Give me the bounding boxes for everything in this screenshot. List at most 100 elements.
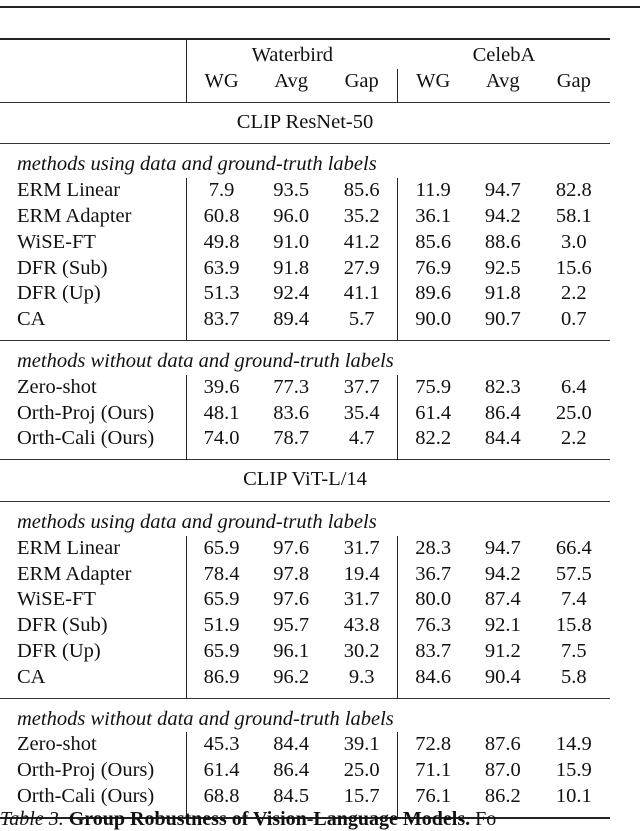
section-label: methods using data and ground-truth labe…	[0, 143, 610, 179]
cell-celeba-wg: 84.6	[397, 664, 468, 699]
method-name: DFR (Up)	[17, 282, 101, 305]
table-row: WiSE-FT 65.9 97.6 31.7 80.0 87.4 7.4	[0, 587, 610, 614]
caption-title: Group Robustness of Vision-Language Mode…	[68, 808, 471, 830]
cell-waterbird-wg: 48.1	[185, 400, 257, 427]
cell-celeba-gap: 0.7	[560, 308, 587, 331]
cell-waterbird-wg: 83.7	[185, 307, 257, 341]
cell-celeba-gap: 10.1	[537, 783, 610, 819]
section-label: methods without data and ground-truth la…	[0, 697, 610, 733]
table-row: DFR (Up) 65.9 96.1 30.2 83.7 91.2 7.5	[0, 638, 610, 665]
method-name: Orth-Proj (Ours)	[17, 401, 155, 424]
table-row: DFR (Sub) 51.9 95.7 43.8 76.3 92.1 15.8	[0, 613, 610, 639]
table-row: WiSE-FT 49.8 91.0 41.2 85.6 88.6 3.0	[0, 229, 610, 256]
cell-waterbird-wg: 61.4	[185, 758, 257, 784]
cell-waterbird-avg: 84.4	[273, 733, 310, 756]
table-row: ERM Adapter 60.8 96.0 35.2 36.1 94.2 58.1	[0, 203, 610, 230]
method-name: DFR (Up)	[17, 639, 101, 662]
cell-celeba-gap: 3.0	[560, 230, 587, 253]
table-row: Orth-Cali (Ours) 74.0 78.7 4.7 82.2 84.4 2.2	[0, 426, 610, 460]
cell-waterbird-avg: 77.3	[273, 375, 310, 398]
cell-waterbird-gap: 5.7	[348, 308, 375, 331]
cell-celeba-avg: 87.0	[484, 759, 521, 782]
table-row: ERM Adapter 78.4 97.8 19.4 36.7 94.2 57.5	[0, 561, 610, 588]
cell-waterbird-avg: 97.6	[273, 536, 310, 559]
cell-waterbird-wg: 45.3	[185, 732, 257, 759]
cell-celeba-wg: 80.0	[397, 587, 468, 614]
cell-waterbird-avg: 83.6	[273, 401, 310, 424]
method-name: ERM Linear	[17, 536, 121, 559]
cell-celeba-wg: 72.8	[397, 732, 468, 759]
cell-waterbird-wg: 60.8	[185, 203, 257, 230]
cell-waterbird-gap: 9.3	[348, 665, 375, 688]
cell-waterbird-gap: 41.1	[343, 282, 380, 305]
cell-celeba-gap: 58.1	[555, 204, 592, 227]
cell-waterbird-wg: 65.9	[185, 587, 257, 614]
section-label: methods using data and ground-truth labe…	[0, 500, 610, 536]
cell-waterbird-avg: 93.5	[273, 179, 310, 202]
cell-celeba-gap: 7.5	[560, 639, 587, 662]
header-method-cell	[0, 38, 187, 69]
method-name: DFR (Sub)	[17, 614, 108, 637]
cell-waterbird-gap: 25.0	[343, 759, 380, 782]
backbone-row: CLIP ViT-L/14	[0, 459, 610, 502]
table-row: DFR (Sub) 63.9 91.8 27.9 76.9 92.5 15.6	[0, 255, 610, 282]
cell-waterbird-avg: 96.2	[273, 665, 310, 688]
header-method-cell	[0, 69, 186, 102]
section-row: methods using data and ground-truth labe…	[0, 143, 610, 179]
cell-celeba-avg: 91.2	[484, 639, 521, 662]
table-row: DFR (Up) 51.3 92.4 41.1 89.6 91.8 2.2	[0, 281, 610, 308]
cell-waterbird-avg: 78.7	[273, 427, 310, 450]
cell-celeba-avg: 87.4	[484, 588, 521, 611]
cell-waterbird-wg: 49.8	[185, 229, 257, 256]
cell-waterbird-wg: 74.0	[185, 426, 257, 460]
cell-celeba-gap: 66.4	[555, 536, 592, 559]
cell-waterbird-gap: 4.7	[348, 427, 375, 450]
page-top-rule	[0, 6, 640, 8]
cell-celeba-wg: 83.7	[397, 638, 468, 665]
method-name: WiSE-FT	[17, 230, 96, 253]
backbone-row: CLIP ResNet-50	[0, 101, 610, 144]
header-group-waterbird: Waterbird	[185, 38, 398, 69]
cell-waterbird-gap: 27.9	[343, 256, 380, 279]
cell-celeba-gap: 15.9	[555, 759, 592, 782]
method-name: Orth-Cali (Ours)	[17, 427, 155, 450]
header-col-gap: Gap	[344, 69, 379, 92]
cell-celeba-gap: 2.2	[560, 427, 587, 450]
header-col-wg: WG	[397, 68, 468, 103]
method-name: CA	[17, 308, 46, 331]
cell-celeba-avg: 94.7	[484, 536, 521, 559]
table-row: ERM Linear 65.9 97.6 31.7 28.3 94.7 66.4	[0, 535, 610, 562]
cell-waterbird-wg: 86.9	[185, 664, 257, 699]
header-col-gap: Gap	[556, 69, 591, 92]
cell-celeba-wg: 36.7	[397, 561, 468, 588]
section-row: methods using data and ground-truth labe…	[0, 500, 610, 536]
cell-celeba-wg: 11.9	[397, 178, 468, 204]
cell-celeba-avg: 92.1	[484, 614, 521, 637]
cell-celeba-avg: 94.2	[484, 204, 521, 227]
cell-waterbird-gap: 39.1	[343, 733, 380, 756]
cell-celeba-gap: 15.6	[555, 256, 592, 279]
cell-waterbird-wg: 7.9	[185, 178, 257, 204]
cell-celeba-gap: 7.4	[560, 588, 587, 611]
cell-celeba-wg: 61.4	[397, 400, 468, 427]
cell-waterbird-avg: 96.0	[273, 204, 310, 227]
table-row: ERM Linear 7.9 93.5 85.6 11.9 94.7 82.8	[0, 178, 610, 204]
cell-celeba-gap: 82.8	[555, 179, 592, 202]
cell-waterbird-wg: 78.4	[185, 561, 257, 588]
header-col-avg: Avg	[485, 69, 520, 92]
section-row: methods without data and ground-truth la…	[0, 339, 610, 375]
section-row: methods without data and ground-truth la…	[0, 697, 610, 733]
section-label: methods without data and ground-truth la…	[0, 339, 610, 375]
cell-waterbird-avg: 86.4	[273, 759, 310, 782]
table-caption: Table 3. Group Robustness of Vision-Lang…	[0, 808, 496, 831]
cell-waterbird-avg: 97.8	[273, 562, 310, 585]
cell-waterbird-avg: 89.4	[273, 308, 310, 331]
cell-celeba-gap: 14.9	[555, 733, 592, 756]
cell-celeba-avg: 94.7	[484, 179, 521, 202]
cell-celeba-gap: 5.8	[560, 665, 587, 688]
cell-waterbird-avg: 97.6	[273, 588, 310, 611]
backbone-label: CLIP ResNet-50	[0, 101, 610, 144]
cell-waterbird-avg: 91.8	[273, 256, 310, 279]
cell-celeba-wg: 28.3	[397, 535, 468, 562]
backbone-label: CLIP ViT-L/14	[0, 459, 610, 502]
